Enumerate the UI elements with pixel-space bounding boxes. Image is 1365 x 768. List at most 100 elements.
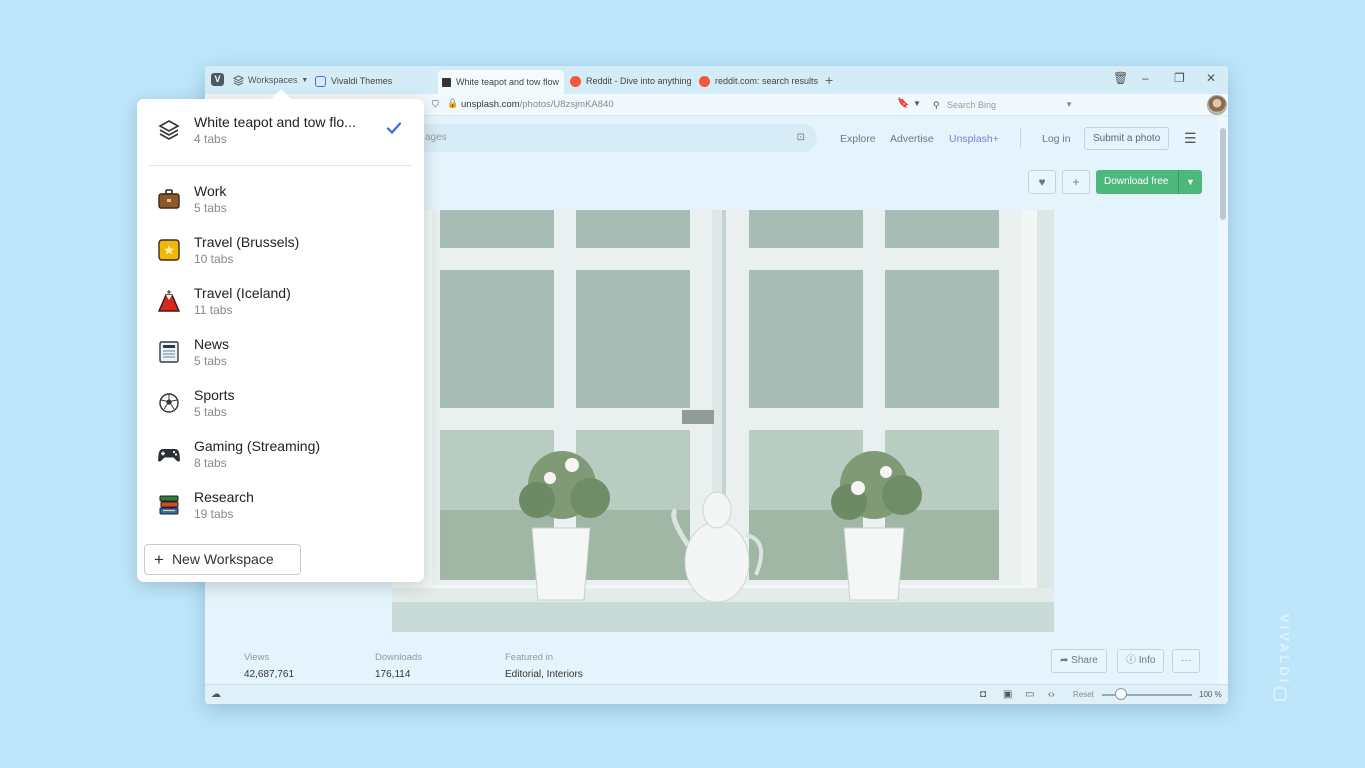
submit-photo-button[interactable]: Submit a photo — [1084, 127, 1170, 150]
photo-illustration — [392, 210, 1054, 632]
nav-divider — [1020, 128, 1021, 148]
newspaper-icon — [159, 341, 179, 363]
workspace-item-current[interactable]: White teapot and tow flo... 4 tabs — [137, 108, 424, 152]
chevron-down-icon: ▼ — [301, 76, 309, 84]
views-label: Views — [244, 652, 270, 663]
visual-search-icon[interactable]: ⊡ — [797, 124, 805, 152]
reddit-icon — [570, 75, 581, 87]
views-value: 42,687,761 — [244, 669, 295, 680]
lock-icon[interactable]: 🔒 — [447, 98, 458, 109]
books-icon — [159, 495, 179, 515]
featured-label: Featured in — [505, 652, 554, 663]
like-button[interactable]: ♥ — [1028, 170, 1056, 194]
new-tab-button[interactable]: + — [825, 72, 833, 88]
restore-icon[interactable]: ❐ — [1174, 71, 1185, 85]
vivaldi-brand-watermark: VIVALDI — [1273, 614, 1292, 701]
main-photo[interactable] — [392, 210, 1054, 632]
layers-icon — [233, 74, 244, 86]
page-scrollbar[interactable] — [1218, 116, 1228, 684]
tab-title: Vivaldi Themes — [331, 76, 393, 86]
minimize-icon[interactable]: – — [1142, 71, 1149, 85]
downloads-stat: Downloads 176,114 — [375, 652, 422, 680]
tab-white-teapot[interactable]: White teapot and tow flow — [438, 70, 564, 94]
close-icon[interactable]: ✕ — [1206, 71, 1216, 85]
vivaldi-menu-icon[interactable]: V — [211, 73, 224, 86]
shield-icon[interactable]: ⛉ — [432, 99, 439, 110]
nav-unsplash-plus[interactable]: Unsplash+ — [949, 133, 999, 145]
workspace-name: Sports — [194, 387, 235, 403]
workspace-name: White teapot and tow flo... — [194, 114, 356, 130]
info-button[interactable]: ⓘ Info — [1117, 649, 1165, 673]
url-field[interactable]: unsplash.com/photos/U8zsjmKA840 — [461, 99, 614, 110]
tiling-icon[interactable]: ▭ — [1025, 689, 1034, 700]
trash-icon[interactable]: 🗑 — [1113, 71, 1128, 85]
info-icon: ⓘ — [1126, 655, 1136, 666]
url-path: /photos/U8zsjmKA840 — [519, 99, 614, 110]
workspace-name: News — [194, 336, 230, 352]
new-workspace-button[interactable]: + New Workspace — [144, 544, 301, 575]
workspace-tab-count: 4 tabs — [194, 132, 227, 146]
download-button[interactable]: Download free ▼ — [1096, 170, 1202, 194]
svg-text:VIVALDI: VIVALDI — [1277, 614, 1292, 685]
chevron-down-icon[interactable]: ▼ — [1178, 170, 1202, 194]
more-button[interactable]: ··· — [1172, 649, 1200, 673]
checkmark-icon — [386, 122, 402, 135]
workspace-item-sports[interactable]: Sports 5 tabs — [137, 381, 424, 425]
nav-explore[interactable]: Explore — [840, 133, 876, 145]
featured-stat: Featured in Editorial, Interiors — [505, 652, 583, 680]
search-engine-field[interactable]: ⚲ Search Bing ▼ — [929, 97, 1079, 113]
tab-title: White teapot and tow flow — [456, 77, 560, 87]
zoom-reset-button[interactable]: Reset — [1073, 690, 1094, 699]
search-icon: ⚲ — [933, 100, 940, 110]
image-toggle-icon[interactable]: ▣ — [1003, 689, 1012, 700]
new-workspace-label: New Workspace — [171, 551, 274, 567]
site-search-input[interactable]: ages ⊡ — [395, 124, 817, 152]
avatar[interactable] — [1207, 95, 1227, 115]
workspace-tab-count: 5 tabs — [194, 405, 227, 419]
unsplash-icon — [442, 77, 451, 87]
tab-reddit-search[interactable]: reddit.com: search results - — [695, 72, 820, 90]
scrollbar-thumb[interactable] — [1220, 128, 1226, 220]
share-icon: ➦ — [1060, 655, 1069, 666]
url-host: unsplash.com — [461, 99, 520, 110]
workspaces-popup: White teapot and tow flo... 4 tabs Work … — [137, 89, 424, 582]
gamepad-icon — [158, 449, 180, 462]
workspace-tab-count: 19 tabs — [194, 507, 234, 521]
share-label: Share — [1071, 655, 1098, 666]
zoom-slider-handle[interactable] — [1115, 688, 1127, 700]
workspace-item-travel-brussels[interactable]: Travel (Brussels) 10 tabs — [137, 228, 424, 272]
tab-reddit[interactable]: Reddit - Dive into anything — [566, 72, 692, 90]
tab-title: reddit.com: search results - — [715, 76, 820, 86]
workspace-item-news[interactable]: News 5 tabs — [137, 330, 424, 374]
workspace-item-gaming[interactable]: Gaming (Streaming) 8 tabs — [137, 432, 424, 476]
workspace-tab-count: 8 tabs — [194, 456, 227, 470]
workspace-item-travel-iceland[interactable]: Travel (Iceland) 11 tabs — [137, 279, 424, 323]
share-button[interactable]: ➦ Share — [1051, 649, 1107, 673]
nav-login[interactable]: Log in — [1042, 133, 1071, 145]
nav-advertise[interactable]: Advertise — [890, 133, 934, 145]
capture-icon[interactable]: ◘ — [980, 689, 986, 700]
plus-icon: + — [1072, 175, 1080, 189]
bookmark-icon[interactable]: 🔖 — [897, 98, 909, 109]
site-search-placeholder: ages — [425, 132, 447, 143]
heart-icon: ♥ — [1038, 175, 1046, 189]
workspaces-label: Workspaces — [248, 75, 298, 85]
featured-value[interactable]: Editorial, Interiors — [505, 669, 583, 680]
workspace-item-research[interactable]: Research 19 tabs — [137, 483, 424, 527]
reddit-icon — [699, 75, 710, 87]
menu-icon[interactable]: ☰ — [1184, 130, 1197, 147]
chevron-down-icon[interactable]: ▼ — [913, 99, 921, 108]
status-bar: ☁ ◘ ▣ ▭ ‹› Reset 100 % — [205, 684, 1228, 704]
workspaces-button[interactable]: Workspaces ▼ — [233, 73, 308, 87]
tab-bar: V Workspaces ▼ Vivaldi Themes White teap… — [205, 66, 1228, 94]
info-label: Info — [1138, 655, 1156, 666]
belgium-flag-icon — [158, 239, 180, 261]
workspace-item-work[interactable]: Work 5 tabs — [137, 177, 424, 221]
popup-divider — [149, 165, 412, 166]
cloud-sync-icon[interactable]: ☁ — [211, 689, 221, 700]
add-to-collection-button[interactable]: + — [1062, 170, 1090, 194]
chevron-down-icon[interactable]: ▼ — [1065, 97, 1073, 113]
page-actions-icon[interactable]: ‹› — [1048, 689, 1055, 700]
downloads-label: Downloads — [375, 652, 422, 663]
tab-vivaldi-themes[interactable]: Vivaldi Themes — [311, 72, 436, 90]
